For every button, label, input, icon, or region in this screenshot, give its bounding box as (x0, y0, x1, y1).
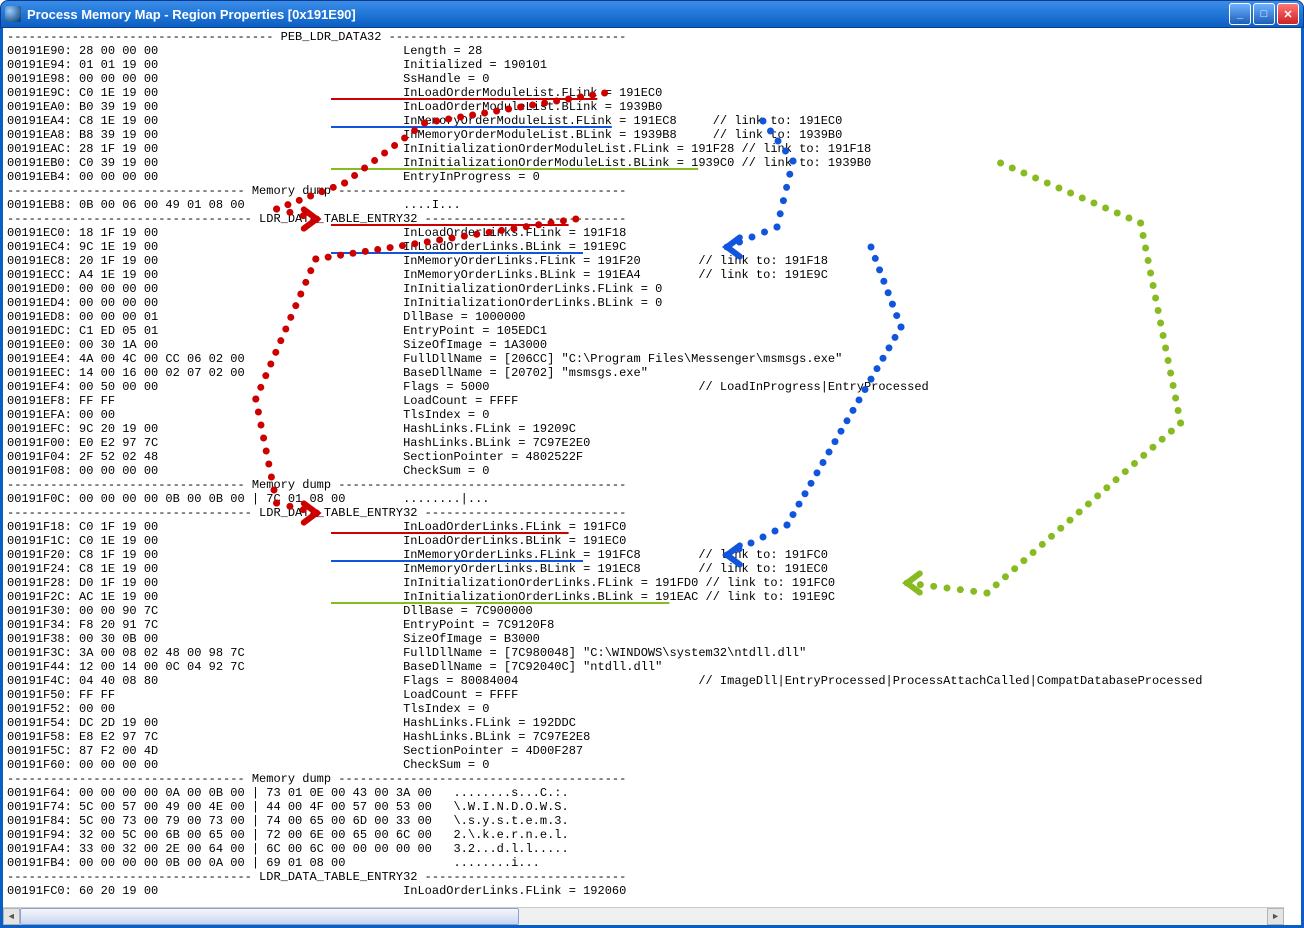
minimize-button[interactable]: _ (1229, 3, 1251, 25)
close-button[interactable]: ✕ (1277, 3, 1299, 25)
window-title: Process Memory Map - Region Properties [… (27, 7, 1229, 22)
scroll-thumb[interactable] (20, 908, 519, 925)
memory-dump-scroll[interactable]: ------------------------------------- PE… (3, 28, 1301, 907)
window-titlebar: Process Memory Map - Region Properties [… (0, 0, 1304, 28)
content-area: ------------------------------------- PE… (0, 28, 1304, 928)
scroll-right-arrow[interactable]: ► (1267, 908, 1284, 925)
hex-dump-text[interactable]: ------------------------------------- PE… (3, 28, 1301, 900)
maximize-button[interactable]: □ (1253, 3, 1275, 25)
window-controls: _ □ ✕ (1229, 3, 1299, 25)
scroll-track[interactable] (20, 908, 1267, 925)
scroll-left-arrow[interactable]: ◄ (3, 908, 20, 925)
app-icon (5, 6, 21, 22)
horizontal-scrollbar[interactable]: ◄ ► (3, 907, 1284, 925)
